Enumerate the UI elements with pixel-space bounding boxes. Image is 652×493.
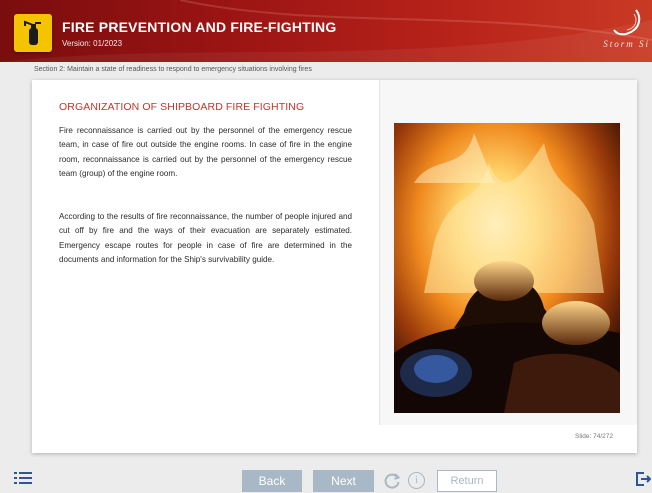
breadcrumb: Section 2: Maintain a state of readiness… [34, 66, 312, 73]
info-icon[interactable]: i [408, 472, 425, 489]
panel-divider [379, 80, 380, 425]
return-button[interactable]: Return [437, 470, 497, 492]
slide-card: ORGANIZATION OF SHIPBOARD FIRE FIGHTING … [32, 80, 637, 453]
slide-heading: ORGANIZATION OF SHIPBOARD FIRE FIGHTING [59, 101, 305, 113]
back-button[interactable]: Back [242, 470, 302, 492]
fire-extinguisher-icon [14, 14, 52, 52]
course-title: FIRE PREVENTION AND FIRE-FIGHTING [62, 19, 337, 35]
paragraph-reconnaissance: Fire reconnaissance is carried out by th… [59, 126, 352, 178]
brand-name: Storm Si [603, 39, 650, 49]
next-button[interactable]: Next [313, 470, 374, 492]
menu-list-icon[interactable] [14, 471, 32, 485]
paragraph-evacuation: According to the results of fire reconna… [59, 212, 352, 264]
exit-icon[interactable] [635, 471, 652, 487]
brand-logo-icon [613, 9, 641, 36]
firefighters-photo [394, 123, 620, 413]
course-header: FIRE PREVENTION AND FIRE-FIGHTING Versio… [0, 0, 652, 62]
course-version: Version: 01/2023 [62, 39, 123, 48]
refresh-icon[interactable] [383, 472, 401, 490]
slide-counter: Slide: 74/272 [575, 433, 613, 440]
